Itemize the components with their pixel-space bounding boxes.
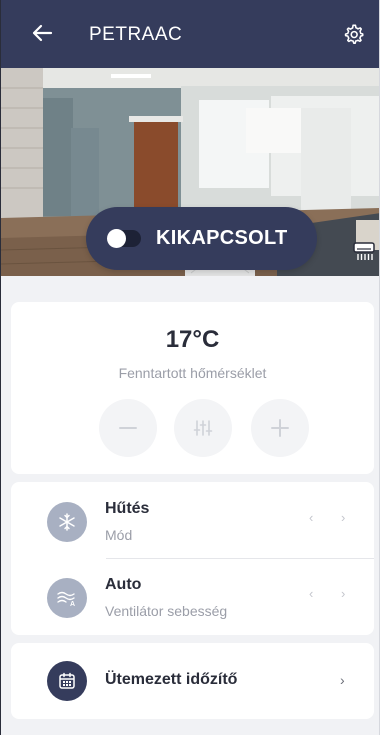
calendar-icon — [59, 672, 75, 689]
temperature-value: 17°C — [165, 326, 220, 353]
air-conditioner-icon — [353, 242, 375, 260]
mode-next-button[interactable]: › — [341, 510, 345, 525]
snowflake-icon — [59, 513, 75, 531]
svg-text:A: A — [70, 601, 75, 608]
power-toggle-button[interactable]: KIKAPCSOLT — [86, 207, 317, 270]
fan-speed-value: Auto — [105, 576, 142, 593]
power-switch[interactable] — [107, 229, 141, 248]
fan-speed-row[interactable]: A Auto Ventilátor sebesség ‹ › — [11, 558, 374, 634]
settings-button[interactable] — [341, 21, 367, 47]
sliders-icon — [193, 420, 213, 436]
plus-icon — [271, 419, 289, 437]
mode-label: Mód — [105, 527, 133, 543]
mode-row[interactable]: Hűtés Mód ‹ › — [11, 482, 374, 558]
arrow-left-icon — [32, 24, 53, 42]
mode-icon-badge — [47, 502, 87, 542]
mode-prev-button[interactable]: ‹ — [309, 510, 313, 525]
fan-icon-badge: A — [47, 578, 87, 618]
decrease-temperature-button[interactable] — [99, 399, 157, 457]
power-state-label: KIKAPCSOLT — [156, 227, 288, 249]
room-photo: KIKAPCSOLT — [1, 68, 379, 276]
fan-next-button[interactable]: › — [341, 586, 345, 601]
fan-prev-button[interactable]: ‹ — [309, 586, 313, 601]
device-title: PETRAAC — [89, 24, 183, 45]
temperature-settings-button[interactable] — [174, 399, 232, 457]
gear-icon — [344, 24, 364, 44]
schedule-chevron-icon: › — [340, 672, 345, 688]
app-header: PETRAAC — [1, 0, 379, 68]
temperature-caption: Fenntartott hőmérséklet — [118, 365, 267, 381]
schedule-icon-badge — [47, 661, 87, 701]
schedule-title: Ütemezett időzítő — [105, 671, 238, 688]
minus-icon — [119, 427, 137, 429]
fan-wind-icon: A — [57, 591, 75, 608]
switch-knob — [107, 229, 126, 248]
mode-fan-card: Hűtés Mód ‹ › A Auto Ventilátor sebesség… — [11, 482, 374, 635]
mode-value: Hűtés — [105, 500, 150, 517]
schedule-timer-row[interactable]: Ütemezett időzítő › — [11, 643, 374, 719]
increase-temperature-button[interactable] — [251, 399, 309, 457]
temperature-card: 17°C Fenntartott hőmérséklet — [11, 302, 374, 474]
app-screen: PETRAAC KIKAPCSOLT 17°C Fenntartott hőmé… — [0, 0, 380, 735]
back-button[interactable] — [29, 20, 55, 46]
fan-speed-label: Ventilátor sebesség — [105, 603, 228, 619]
